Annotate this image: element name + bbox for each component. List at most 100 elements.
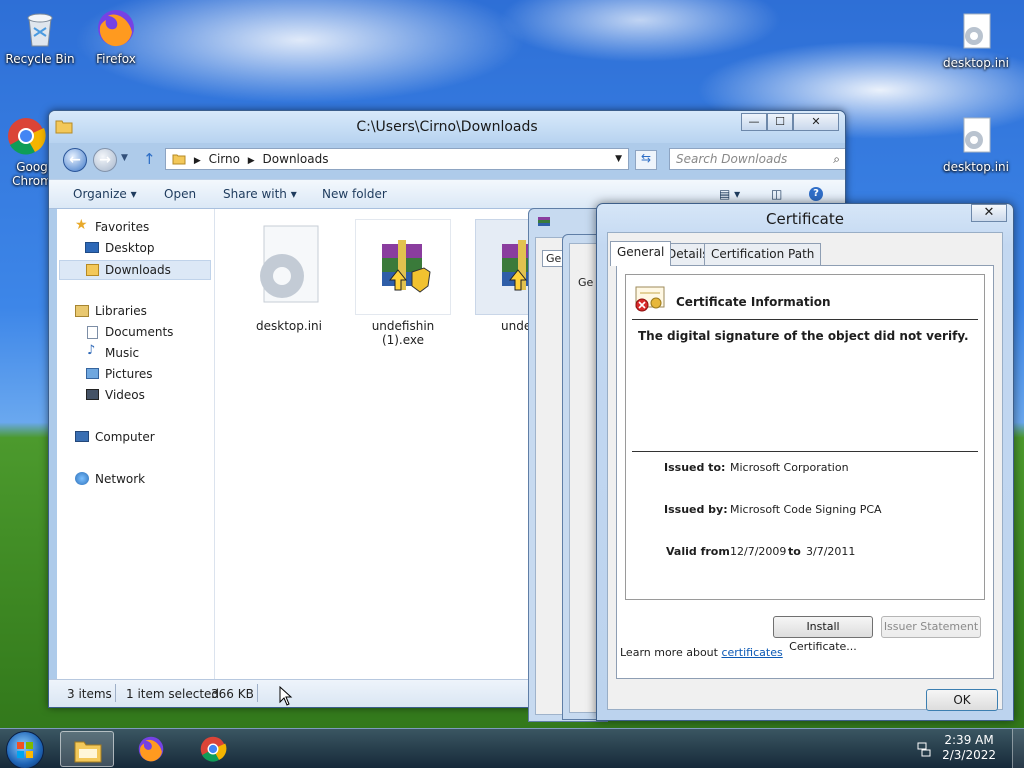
refresh-button[interactable]: ⇆ bbox=[635, 150, 657, 170]
dialog-title: Certificate bbox=[766, 210, 844, 228]
desktop-icon-desktop-ini-2[interactable]: desktop.ini bbox=[936, 114, 1016, 174]
change-view-icon[interactable]: ▤ ▾ bbox=[719, 187, 740, 201]
address-dropdown-icon[interactable]: ▼ bbox=[615, 149, 622, 169]
breadcrumb-separator-icon: ▶ bbox=[193, 156, 201, 166]
nav-favorites[interactable]: Favorites bbox=[95, 217, 149, 237]
tab-general[interactable]: General bbox=[610, 241, 672, 266]
mouse-cursor-icon bbox=[279, 686, 293, 706]
learn-more-text: Learn more about certificates bbox=[620, 646, 783, 659]
file-item[interactable]: desktop.ini bbox=[239, 219, 339, 333]
breadcrumb-separator-icon: ▶ bbox=[247, 156, 255, 166]
valid-from-value: 12/7/2009 bbox=[730, 545, 787, 558]
recent-pages-dropdown[interactable]: ▼ bbox=[121, 153, 128, 163]
desktop-icon-firefox[interactable]: Firefox bbox=[76, 6, 156, 66]
valid-to-value: 3/7/2011 bbox=[806, 545, 856, 558]
documents-icon bbox=[87, 326, 98, 339]
ok-button[interactable]: OK bbox=[926, 689, 998, 711]
breadcrumb-cirno[interactable]: Cirno bbox=[209, 152, 240, 166]
issued-by-value: Microsoft Code Signing PCA bbox=[730, 503, 882, 516]
show-desktop-button[interactable] bbox=[1012, 729, 1024, 768]
address-bar[interactable]: ▶ Cirno ▶ Downloads ▼ bbox=[165, 148, 629, 170]
settings-file-icon bbox=[963, 117, 991, 153]
firefox-icon bbox=[138, 736, 164, 762]
valid-to-label: to bbox=[788, 545, 801, 558]
certificates-link[interactable]: certificates bbox=[721, 646, 782, 659]
status-selected: 1 item selected bbox=[126, 687, 220, 701]
search-input[interactable]: Search Downloads ⌕ bbox=[669, 148, 845, 170]
status-divider bbox=[115, 684, 116, 702]
back-button[interactable]: ← bbox=[63, 148, 87, 172]
issued-by-label: Issued by: bbox=[664, 503, 728, 516]
windows-logo-icon bbox=[17, 742, 33, 758]
general-tab-panel: Certificate Information The digital sign… bbox=[616, 265, 994, 679]
issued-to-value: Microsoft Corporation bbox=[730, 461, 849, 474]
nav-desktop[interactable]: Desktop bbox=[105, 238, 155, 258]
nav-videos[interactable]: Videos bbox=[105, 385, 145, 405]
explorer-titlebar[interactable]: C:\Users\Cirno\Downloads — ☐ ✕ bbox=[49, 111, 845, 143]
open-button[interactable]: Open bbox=[164, 187, 196, 201]
status-divider bbox=[257, 684, 258, 702]
nav-pictures[interactable]: Pictures bbox=[105, 364, 153, 384]
close-button[interactable]: ✕ bbox=[971, 204, 1007, 222]
forward-button[interactable]: → bbox=[93, 148, 117, 172]
install-certificate-button[interactable]: Install Certificate... bbox=[773, 616, 873, 653]
folder-icon bbox=[74, 741, 102, 763]
minimize-button[interactable]: — bbox=[741, 113, 767, 131]
maximize-button[interactable]: ☐ bbox=[767, 113, 793, 131]
invalid-certificate-icon bbox=[635, 286, 665, 312]
file-item[interactable]: undefishin (1).exe bbox=[353, 219, 453, 347]
recycle-bin-icon bbox=[27, 13, 53, 47]
info-heading: Certificate Information bbox=[676, 295, 831, 309]
start-button[interactable] bbox=[6, 731, 44, 768]
taskbar-explorer-button[interactable] bbox=[60, 731, 114, 767]
clock-date: 2/3/2022 bbox=[942, 748, 996, 762]
nav-documents[interactable]: Documents bbox=[105, 322, 173, 342]
new-folder-button[interactable]: New folder bbox=[322, 187, 387, 201]
nav-computer[interactable]: Computer bbox=[95, 427, 155, 447]
clock-time: 2:39 AM bbox=[944, 733, 994, 747]
network-status-icon[interactable] bbox=[916, 741, 932, 757]
nav-libraries[interactable]: Libraries bbox=[95, 301, 147, 321]
ghost-tab[interactable]: Ge bbox=[578, 276, 593, 289]
settings-file-icon bbox=[963, 13, 991, 49]
winrar-icon bbox=[538, 217, 550, 226]
pictures-icon bbox=[86, 368, 99, 379]
certificate-info-box: Certificate Information The digital sign… bbox=[625, 274, 985, 600]
certificate-dialog[interactable]: Certificate ✕ General Details Certificat… bbox=[596, 203, 1014, 721]
star-icon: ★ bbox=[75, 217, 88, 233]
preview-pane-icon[interactable]: ◫ bbox=[771, 187, 782, 201]
share-with-button[interactable]: Share with ▾ bbox=[223, 187, 297, 201]
taskbar-firefox-button[interactable] bbox=[124, 731, 178, 767]
desktop-icon-recycle-bin[interactable]: Recycle Bin bbox=[0, 6, 80, 66]
status-size: 366 KB bbox=[211, 687, 254, 701]
dialog-body: General Details Certification Path Certi… bbox=[607, 232, 1003, 711]
taskbar: 2:39 AM 2/3/2022 bbox=[0, 728, 1024, 768]
network-icon bbox=[75, 472, 89, 485]
taskbar-chrome-button[interactable] bbox=[186, 731, 240, 767]
nav-music[interactable]: Music bbox=[105, 343, 139, 363]
search-icon[interactable]: ⌕ bbox=[833, 149, 840, 169]
nav-network[interactable]: Network bbox=[95, 469, 145, 489]
winrar-shield-icon bbox=[382, 240, 431, 293]
close-button[interactable]: ✕ bbox=[793, 113, 839, 131]
help-icon[interactable]: ? bbox=[809, 187, 823, 201]
desktop-icon bbox=[85, 242, 99, 253]
desktop-icon-desktop-ini-1[interactable]: desktop.ini bbox=[936, 10, 1016, 70]
computer-icon bbox=[75, 431, 89, 442]
chrome-icon bbox=[8, 118, 46, 155]
nav-downloads[interactable]: Downloads bbox=[59, 260, 211, 280]
tab-certification-path[interactable]: Certification Path bbox=[704, 243, 822, 265]
breadcrumb-downloads[interactable]: Downloads bbox=[263, 152, 329, 166]
file-name: desktop.ini bbox=[256, 319, 322, 333]
up-button[interactable]: ↑ bbox=[143, 150, 156, 168]
window-title: C:\Users\Cirno\Downloads bbox=[356, 119, 538, 135]
details-divider bbox=[632, 451, 978, 452]
music-icon: ♪ bbox=[87, 343, 96, 358]
system-clock[interactable]: 2:39 AM 2/3/2022 bbox=[942, 733, 996, 763]
chrome-icon bbox=[200, 736, 227, 762]
issued-to-label: Issued to: bbox=[664, 461, 726, 474]
address-row: ← → ▼ ↑ ▶ Cirno ▶ Downloads ▼ ⇆ Search D… bbox=[57, 147, 845, 173]
heading-divider bbox=[632, 319, 978, 320]
organize-button[interactable]: Organize ▾ bbox=[73, 187, 137, 201]
status-item-count: 3 items bbox=[67, 687, 112, 701]
